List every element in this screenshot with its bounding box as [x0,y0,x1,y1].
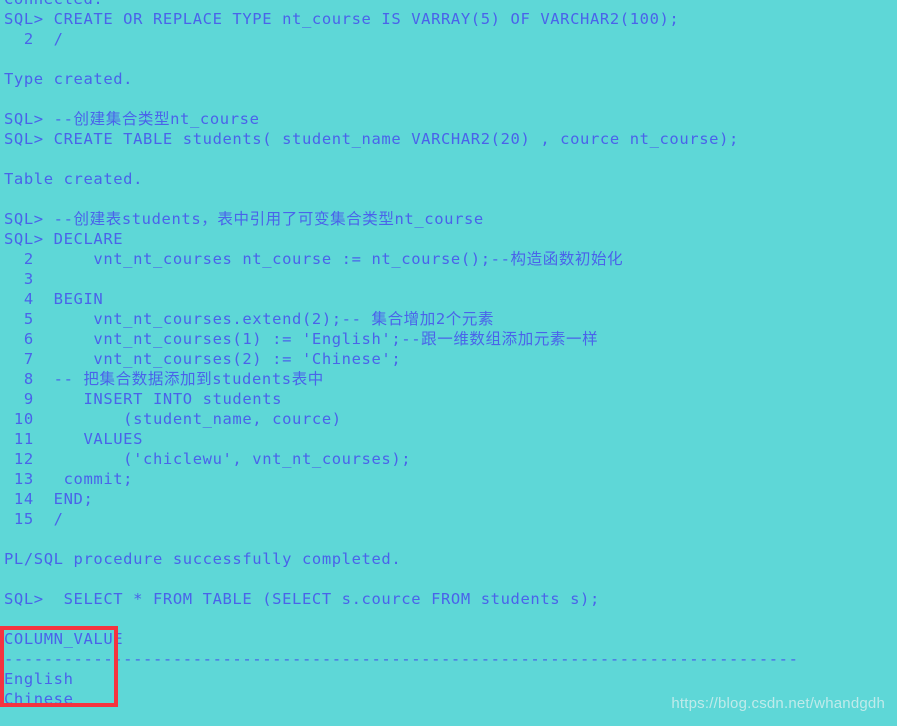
terminal-line: 8 -- 把集合数据添加到students表中 [4,370,324,388]
terminal-line: 7 vnt_nt_courses(2) := 'Chinese'; [4,350,402,368]
terminal-line: 10 (student_name, cource) [4,410,342,428]
terminal-line: Table created. [4,170,144,188]
terminal-line: ----------------------------------------… [4,650,799,668]
terminal-line: English [4,670,74,688]
terminal-line: SQL> --创建表students，表中引用了可变集合类型nt_course [4,210,484,228]
terminal-line: COLUMN_VALUE [4,630,124,648]
terminal-line: SQL> SELECT * FROM TABLE (SELECT s.courc… [4,590,600,608]
terminal-line: SQL> --创建集合类型nt_course [4,110,260,128]
terminal-line: 5 vnt_nt_courses.extend(2);-- 集合增加2个元素 [4,310,495,328]
terminal-line: 15 / [4,510,64,528]
terminal-line: PL/SQL procedure successfully completed. [4,550,402,568]
terminal-line: 3 [4,270,34,288]
terminal-line: Connected. [4,0,897,9]
terminal-line: 12 ('chiclewu', vnt_nt_courses); [4,450,412,468]
terminal-line: 11 VALUES [4,430,144,448]
terminal-line: 14 END; [4,490,94,508]
terminal-line: 2 vnt_nt_courses nt_course := nt_course(… [4,250,624,268]
terminal-line: 6 vnt_nt_courses(1) := 'English';--跟一维数组… [4,330,599,348]
terminal-output[interactable]: Connected.SQL> CREATE OR REPLACE TYPE nt… [0,0,897,709]
watermark-text: https://blog.csdn.net/whandgdh [671,695,885,712]
terminal-line: SQL> CREATE OR REPLACE TYPE nt_course IS… [4,10,680,28]
terminal-line: SQL> DECLARE [4,230,124,248]
terminal-line: 9 INSERT INTO students [4,390,283,408]
terminal-line: SQL> CREATE TABLE students( student_name… [4,130,739,148]
terminal-line: Type created. [4,70,134,88]
terminal-window[interactable]: Connected.SQL> CREATE OR REPLACE TYPE nt… [0,0,897,726]
terminal-line: 13 commit; [4,470,134,488]
terminal-line: 2 / [4,30,64,48]
terminal-line: 4 BEGIN [4,290,104,308]
